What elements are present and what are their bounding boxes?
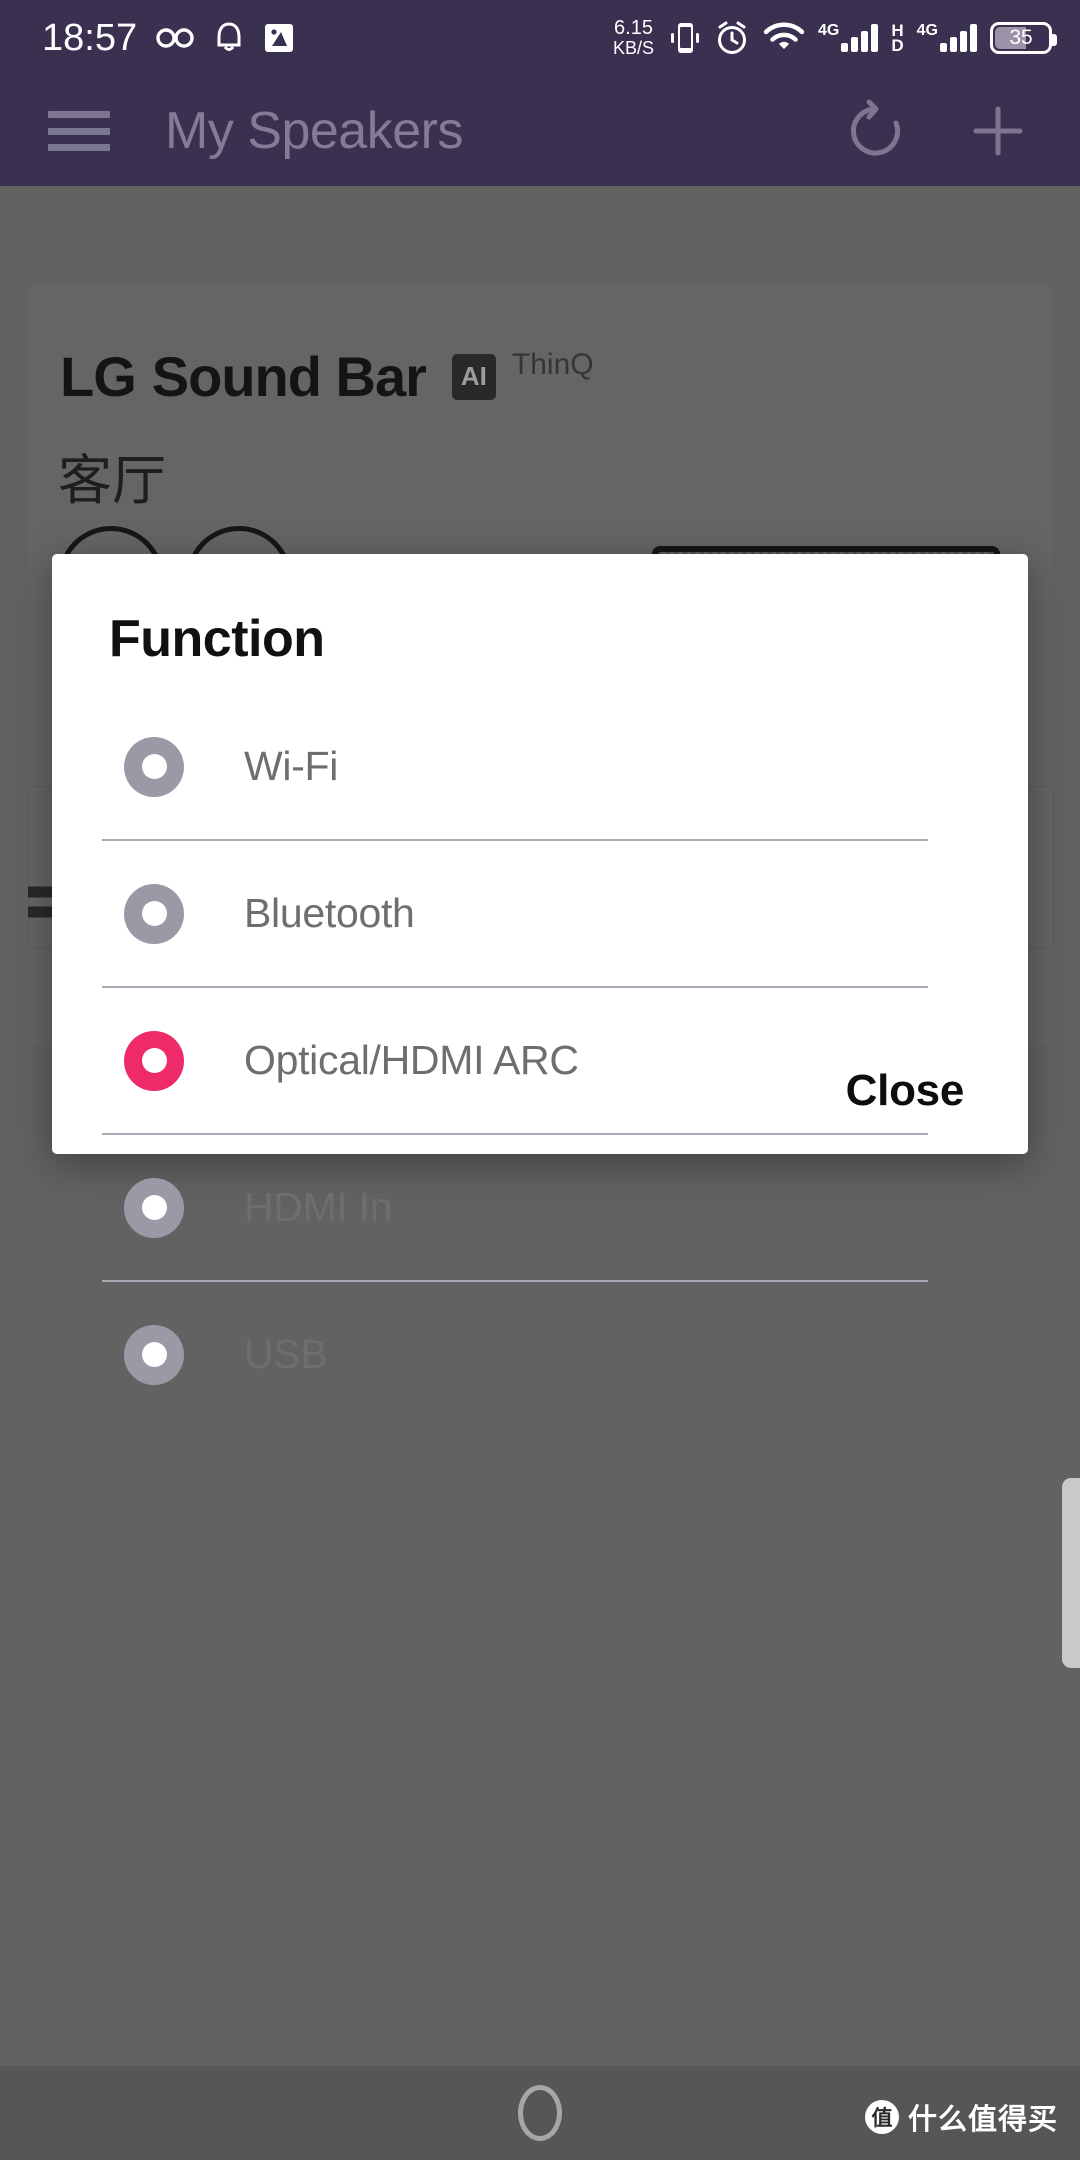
battery-percent: 35 [1009, 26, 1033, 49]
hamburger-menu-icon[interactable] [48, 111, 110, 151]
status-bar-right: 6.15 KB/S 4G H D 4G 35 [613, 18, 1080, 58]
sim1-bars [841, 24, 879, 52]
option-label-bluetooth: Bluetooth [244, 890, 415, 936]
function-dialog: Function Wi-Fi Bluetooth Optical/HDMI AR… [52, 554, 1028, 1385]
dialog-title: Function [109, 610, 325, 668]
status-clock: 18:57 [42, 17, 138, 59]
function-option-list: Wi-Fi Bluetooth Optical/HDMI ARC HDMI In… [102, 694, 928, 1427]
hd-bottom: D [891, 36, 904, 55]
close-button[interactable]: Close [840, 1052, 970, 1130]
option-label-wifi: Wi-Fi [244, 743, 339, 789]
radio-button-hdmi-in[interactable] [124, 1177, 184, 1238]
status-bar: 18:57 6.15 KB/S 4G H D 4G 35 [0, 0, 1080, 76]
watermark-logo-icon: 值 [864, 2100, 899, 2134]
option-row-wifi[interactable]: Wi-Fi [102, 694, 928, 839]
alarm-icon [714, 20, 750, 56]
home-circle-icon[interactable] [518, 2085, 562, 2141]
vibrate-icon [667, 20, 701, 56]
radio-button-optical-hdmi-arc[interactable] [124, 1030, 184, 1091]
system-nav-bar: 值 什么值得买 [0, 2066, 1080, 2160]
sim1-network-label: 4G [818, 22, 840, 39]
photo-icon [263, 22, 295, 54]
sim2-bars [940, 24, 977, 52]
option-row-hdmi-in[interactable]: HDMI In [102, 1133, 928, 1280]
option-row-usb[interactable]: USB [102, 1280, 928, 1427]
option-row-optical-hdmi-arc[interactable]: Optical/HDMI ARC [102, 986, 928, 1133]
status-bar-left: 18:57 [0, 19, 295, 57]
hd-icon: H D [891, 22, 904, 55]
radio-button-usb[interactable] [124, 1324, 184, 1385]
option-row-bluetooth[interactable]: Bluetooth [102, 839, 928, 986]
bell-icon [213, 21, 245, 55]
network-speed-indicator: 6.15 KB/S [613, 18, 654, 58]
radio-button-wifi[interactable] [124, 736, 184, 797]
plus-icon[interactable] [956, 89, 1040, 173]
sim2-network-label: 4G [916, 22, 938, 39]
vertical-scrollbar[interactable] [1062, 1478, 1080, 1668]
radio-button-bluetooth[interactable] [124, 883, 184, 944]
refresh-icon[interactable] [834, 89, 918, 173]
option-label-hdmi-in: HDMI In [244, 1184, 393, 1230]
battery-icon: 35 [990, 22, 1057, 54]
option-label-optical-hdmi-arc: Optical/HDMI ARC [244, 1037, 579, 1083]
watermark: 值 什么值得买 [864, 2096, 1058, 2138]
page-title: My Speakers [165, 102, 463, 160]
network-speed-unit: KB/S [613, 38, 655, 58]
app-bar: My Speakers [0, 76, 1080, 186]
option-label-usb: USB [244, 1331, 328, 1377]
watermark-text: 什么值得买 [907, 2102, 1058, 2136]
signal-4g-icon: 4G [818, 22, 879, 52]
signal-4g-icon-2: 4G [916, 22, 977, 52]
wifi-icon [763, 21, 805, 55]
network-speed-value: 6.15 [614, 17, 653, 39]
infinity-icon [155, 24, 195, 52]
phone-screen: 18:57 6.15 KB/S 4G H D 4G 35 My Speakers… [0, 0, 1080, 2160]
